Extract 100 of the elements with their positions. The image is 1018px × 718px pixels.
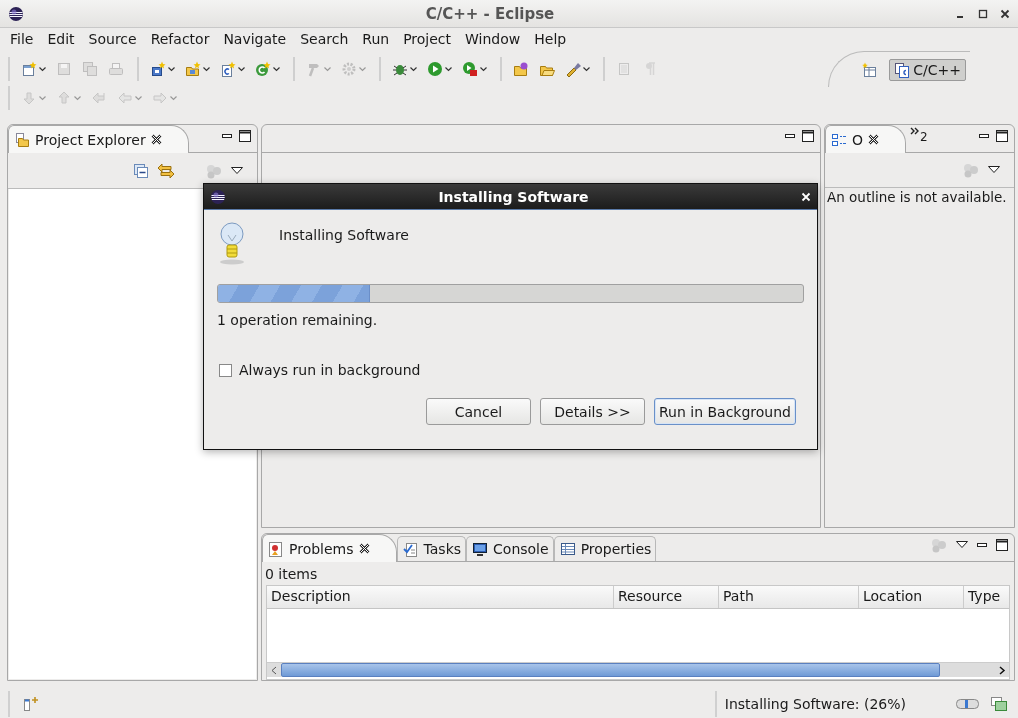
table-icon: [559, 541, 576, 557]
maximize-button[interactable]: [996, 538, 1008, 551]
view-tab[interactable]: Problems: [262, 534, 397, 562]
maximize-button[interactable]: [239, 129, 251, 142]
checkbox[interactable]: [219, 363, 232, 377]
perspective-button[interactable]: C/C++: [889, 58, 966, 81]
caret-icon: [445, 66, 452, 72]
close-icon[interactable]: [150, 134, 162, 145]
close-icon[interactable]: [358, 543, 370, 554]
dialog-title: Installing Software: [437, 188, 590, 205]
class-icon: [255, 61, 271, 77]
caret-icon: [168, 66, 175, 72]
list-icon: [616, 61, 632, 77]
window-title: C/C++ - Eclipse: [424, 4, 556, 23]
caret-icon: [74, 95, 81, 101]
column-header[interactable]: Resource: [614, 586, 719, 608]
column-header[interactable]: Description: [267, 586, 614, 608]
view-tab[interactable]: Properties: [553, 536, 657, 561]
caret-icon: [170, 95, 177, 101]
print-icon: [108, 61, 124, 77]
folder-icon: [185, 61, 201, 77]
caret-icon: [39, 95, 46, 101]
lightbulb-icon: [217, 220, 247, 266]
collapse-all-icon[interactable]: [133, 162, 149, 179]
column-header[interactable]: Path: [719, 586, 859, 608]
caret-icon: [583, 66, 590, 72]
eclipse-icon: [8, 5, 24, 22]
column-header[interactable]: Type: [964, 586, 1009, 608]
hammer-icon: [306, 61, 322, 77]
warning-list-icon: [268, 540, 284, 557]
column-header[interactable]: Location: [859, 586, 964, 608]
dialog-button[interactable]: Cancel: [425, 398, 531, 425]
hidden-tab-count[interactable]: 2: [920, 127, 928, 144]
up-arrow-icon: [56, 90, 72, 106]
menu-item[interactable]: File: [3, 31, 41, 47]
caret-icon: [135, 95, 142, 101]
dialog-button[interactable]: Run in Background: [653, 398, 796, 425]
menu-item[interactable]: Search: [293, 31, 356, 47]
view-menu-icon[interactable]: [988, 166, 1000, 174]
outline-message: An outline is not available.: [826, 188, 1008, 206]
run-tools-icon: [462, 61, 478, 77]
circles-icon: [962, 162, 980, 178]
fast-view-icon[interactable]: [22, 696, 40, 712]
down-arrow-icon: [21, 90, 37, 106]
back-arrow-icon: [117, 90, 133, 106]
progress-icon[interactable]: [956, 697, 980, 711]
forward-arrow-icon: [152, 90, 168, 106]
close-icon[interactable]: [868, 134, 880, 145]
maximize-button[interactable]: [996, 129, 1008, 142]
circles-icon: [205, 162, 223, 179]
checkbox-label[interactable]: Always run in background: [239, 362, 421, 378]
menu-item[interactable]: Project: [396, 31, 459, 47]
view-tab[interactable]: O: [825, 125, 907, 153]
link-arrows-icon[interactable]: [157, 162, 175, 179]
caret-icon: [203, 66, 210, 72]
menu-item[interactable]: Window: [458, 31, 528, 47]
close-button[interactable]: [1000, 8, 1010, 19]
status-message: Installing Software: (26%): [724, 696, 906, 712]
circles-icon: [930, 536, 948, 553]
monitor-icon: [472, 541, 489, 557]
view-menu-icon[interactable]: [231, 166, 243, 175]
caret-icon: [39, 66, 46, 72]
dialog-button[interactable]: Details >>: [539, 398, 645, 425]
caret-icon: [238, 66, 245, 72]
chevrons-icon[interactable]: [910, 127, 921, 135]
back-arrow-icon: [91, 90, 107, 106]
view-menu-icon[interactable]: [956, 540, 968, 549]
project-icon: [150, 61, 166, 77]
menu-item[interactable]: Source: [81, 31, 144, 47]
new-icon: [21, 61, 37, 77]
run-icon: [427, 61, 443, 77]
view-tab[interactable]: Console: [466, 536, 554, 561]
item-count: 0 items: [264, 565, 319, 584]
maximize-button[interactable]: [802, 129, 814, 142]
open-perspective-icon[interactable]: [861, 61, 878, 78]
maximize-button[interactable]: [978, 8, 988, 19]
task-name: Installing Software: [279, 226, 409, 245]
file-icon: [220, 61, 236, 77]
menu-item[interactable]: Run: [355, 31, 397, 47]
save-icon: [56, 61, 72, 77]
eclipse-icon: [210, 188, 226, 205]
caret-icon: [273, 66, 280, 72]
caret-icon: [410, 66, 417, 72]
outline-icon: [831, 131, 847, 148]
checklist-icon: [402, 541, 419, 557]
caret-icon: [359, 66, 366, 72]
scrollbar-thumb[interactable]: [281, 663, 940, 677]
close-icon: [801, 191, 811, 202]
menu-item[interactable]: Refactor: [143, 31, 217, 47]
menu-item[interactable]: Edit: [40, 31, 82, 47]
c-file-icon: [894, 61, 911, 78]
view-tab[interactable]: Project Explorer: [8, 125, 189, 153]
windows-icon[interactable]: [990, 696, 1008, 712]
view-tab[interactable]: Tasks: [396, 536, 467, 561]
caret-icon: [324, 66, 331, 72]
horizontal-scrollbar[interactable]: [267, 662, 1009, 677]
menu-item[interactable]: Help: [527, 31, 574, 47]
menu-item[interactable]: Navigate: [216, 31, 294, 47]
caret-icon: [480, 66, 487, 72]
torch-icon: [565, 61, 581, 77]
